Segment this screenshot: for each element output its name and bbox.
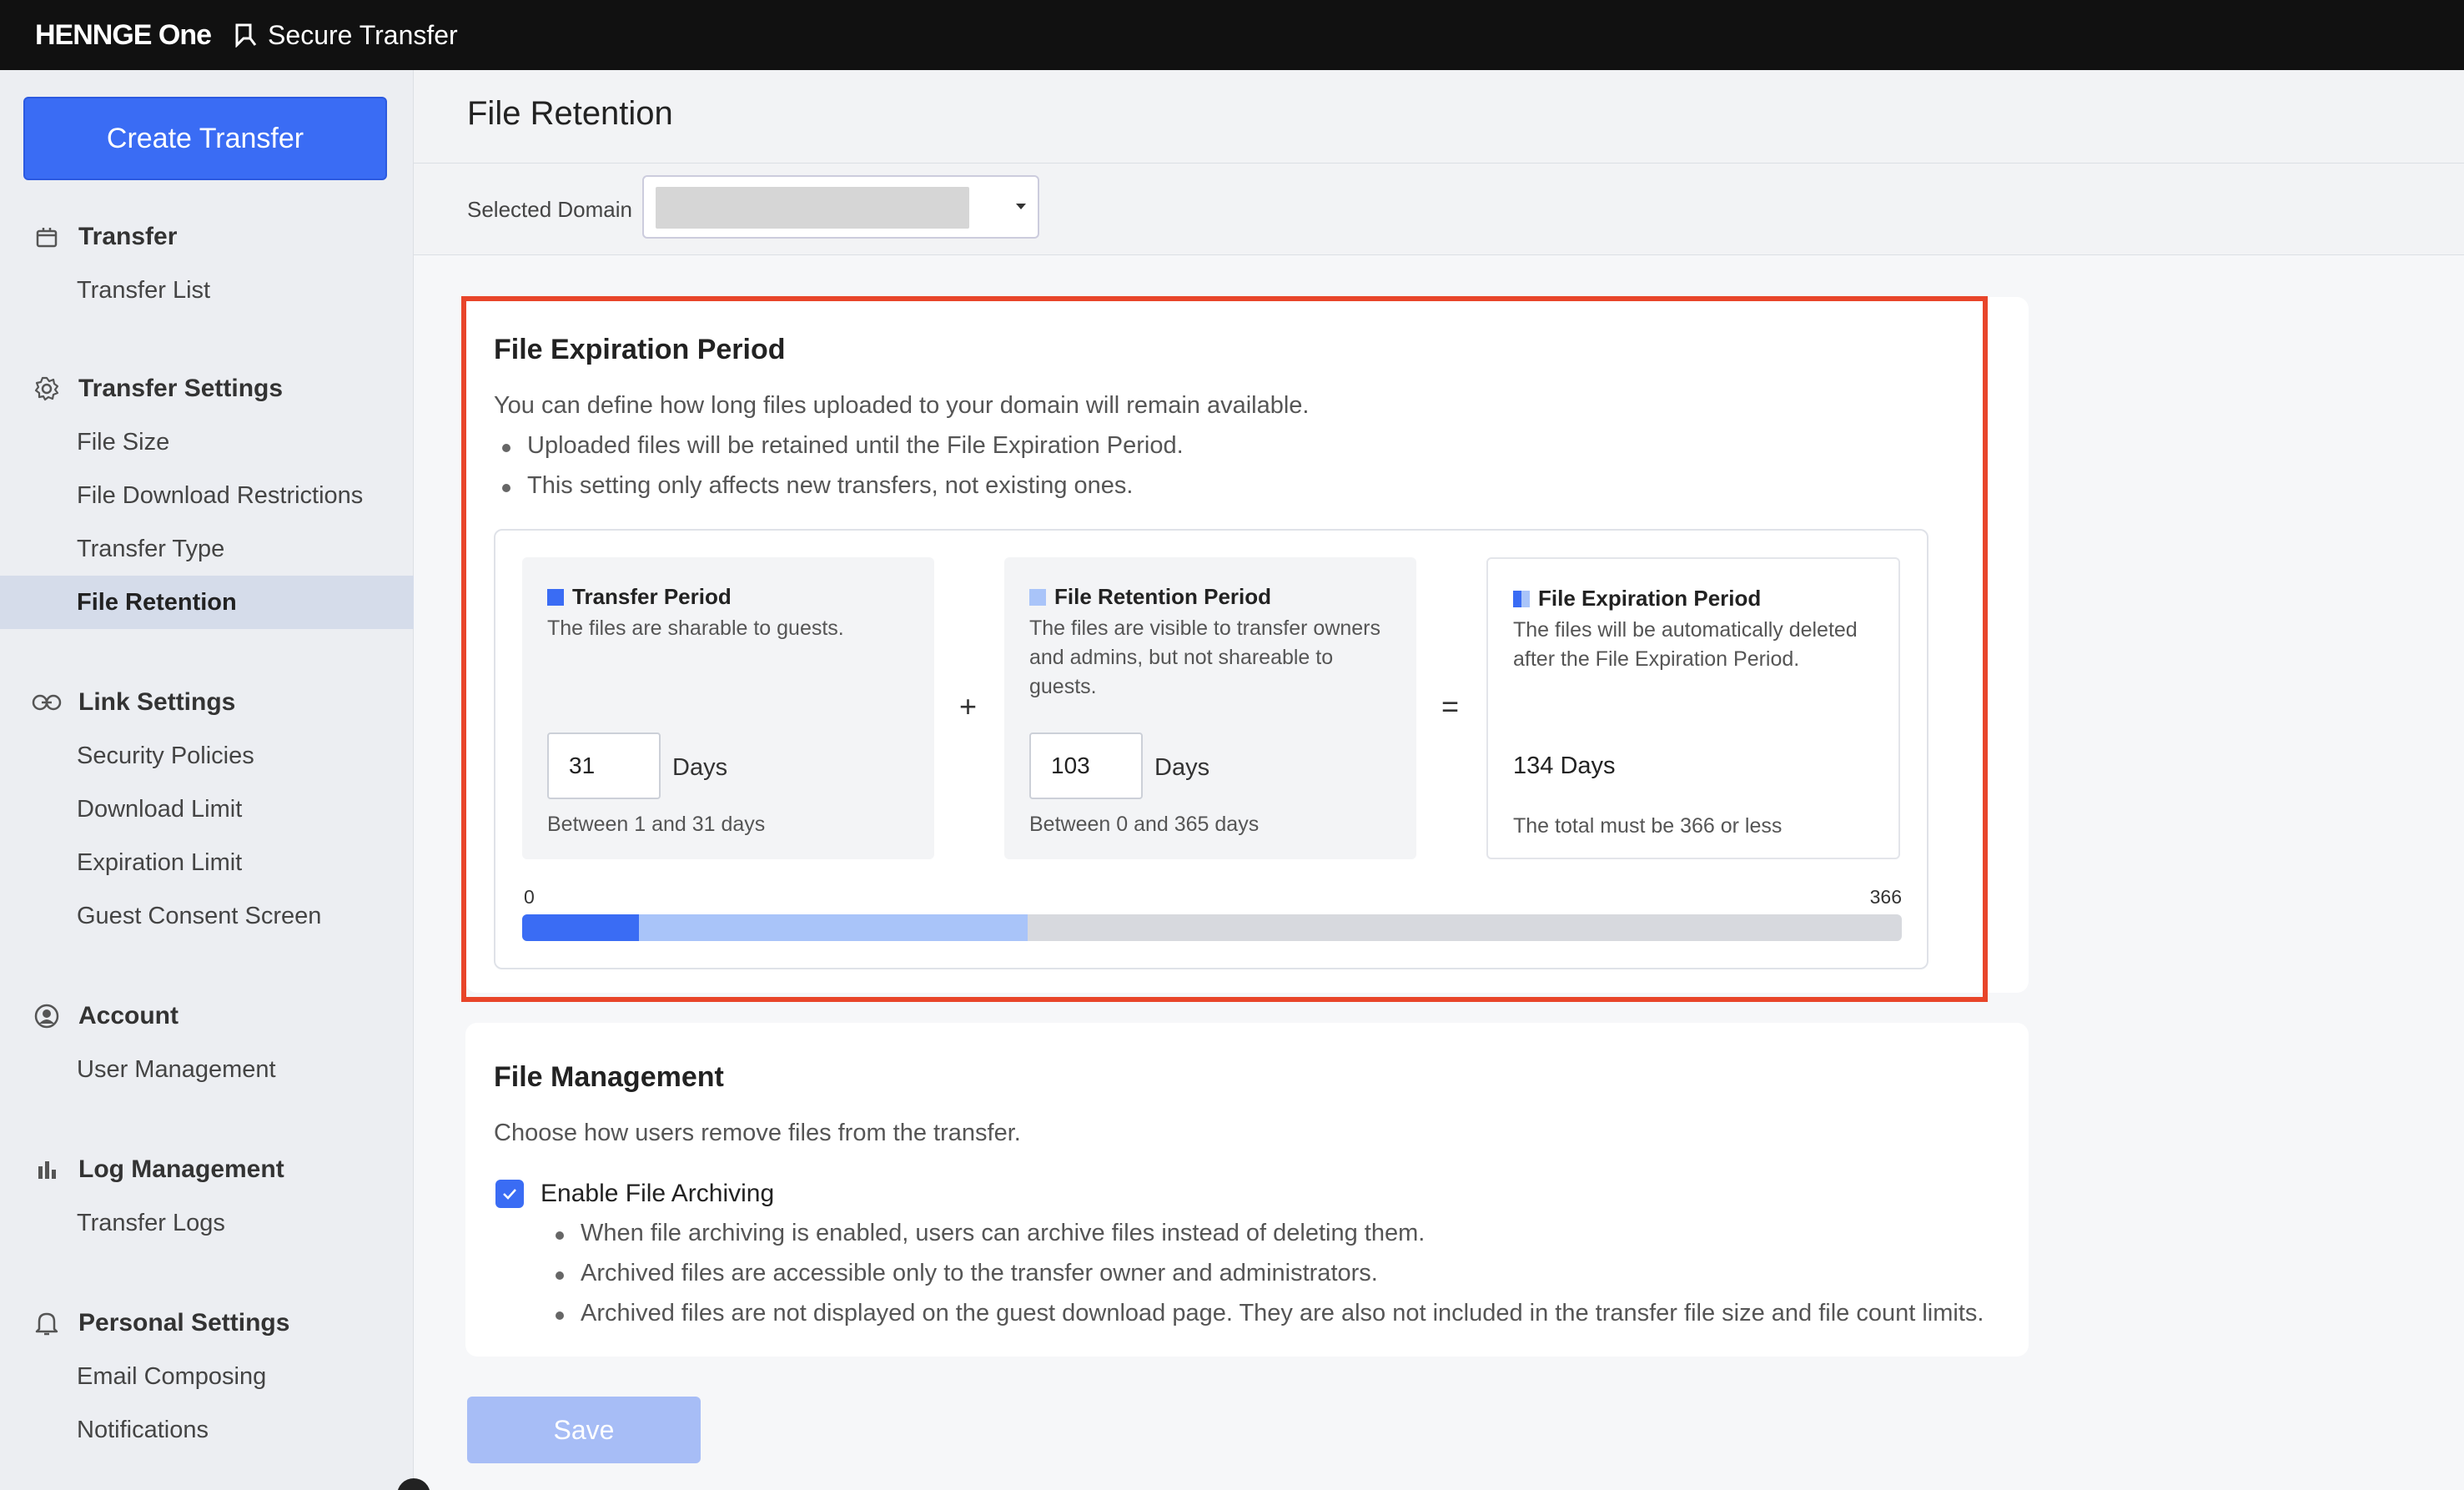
nav-head-account: Account — [0, 989, 414, 1043]
nav-head-link-settings: Link Settings — [0, 676, 414, 729]
link-icon — [30, 686, 63, 719]
secure-transfer-icon — [235, 23, 257, 48]
nav-group-link-settings: Link Settings Security Policies Download… — [0, 676, 414, 943]
nav-head-label: Log Management — [78, 1155, 284, 1183]
bar-chart-icon — [30, 1153, 63, 1186]
top-bar: HENNGE One Secure Transfer — [0, 0, 2464, 70]
selected-domain-label: Selected Domain — [467, 197, 632, 222]
sidebar-item-transfer-list[interactable]: Transfer List — [0, 264, 414, 317]
bell-icon — [30, 1306, 63, 1340]
sidebar-item-transfer-logs[interactable]: Transfer Logs — [0, 1196, 414, 1250]
sidebar-item-expiration-limit[interactable]: Expiration Limit — [0, 836, 414, 889]
page-title: File Retention — [467, 95, 673, 132]
file-management-title: File Management — [494, 1061, 724, 1093]
product-name: Secure Transfer — [268, 19, 458, 50]
sidebar: Create Transfer Transfer Transfer List T… — [0, 70, 414, 1490]
page-header: File Retention — [414, 70, 2464, 164]
nav-group-personal-settings: Personal Settings Email Composing Notifi… — [0, 1296, 414, 1457]
redacted-domain — [656, 187, 969, 229]
create-transfer-button[interactable]: Create Transfer — [23, 97, 387, 180]
sidebar-item-notifications[interactable]: Notifications — [0, 1403, 414, 1457]
nav-group-transfer: Transfer Transfer List — [0, 210, 414, 317]
nav-head-label: Account — [78, 1002, 179, 1029]
nav-head-label: Transfer — [78, 223, 178, 250]
archiving-bullet: When file archiving is enabled, users ca… — [547, 1220, 1425, 1247]
brand-logo[interactable]: HENNGE One — [35, 19, 212, 52]
gear-icon — [30, 372, 63, 405]
nav-head-label: Transfer Settings — [78, 375, 284, 402]
enable-archiving-checkbox[interactable] — [495, 1180, 524, 1208]
box-icon — [30, 220, 63, 254]
nav-head-transfer-settings: Transfer Settings — [0, 362, 414, 415]
sidebar-item-user-management[interactable]: User Management — [0, 1043, 414, 1096]
archiving-bullet: Archived files are accessible only to th… — [547, 1260, 1378, 1287]
file-management-description: Choose how users remove files from the t… — [494, 1120, 1021, 1146]
sidebar-item-guest-consent-screen[interactable]: Guest Consent Screen — [0, 889, 414, 943]
sidebar-item-download-limit[interactable]: Download Limit — [0, 783, 414, 836]
nav-head-label: Personal Settings — [78, 1309, 290, 1336]
domain-select[interactable] — [642, 175, 1039, 239]
caret-down-icon — [1016, 204, 1026, 209]
enable-archiving-label[interactable]: Enable File Archiving — [541, 1180, 774, 1208]
nav-group-transfer-settings: Transfer Settings File Size File Downloa… — [0, 362, 414, 629]
user-circle-icon — [30, 999, 63, 1033]
sidebar-item-file-retention[interactable]: File Retention — [0, 576, 414, 629]
sidebar-item-transfer-type[interactable]: Transfer Type — [0, 522, 414, 576]
highlight-box — [461, 296, 1988, 1002]
sidebar-item-email-composing[interactable]: Email Composing — [0, 1350, 414, 1403]
nav-head-label: Link Settings — [78, 688, 236, 716]
archiving-bullet: Archived files are not displayed on the … — [547, 1300, 1984, 1327]
nav-group-account: Account User Management — [0, 989, 414, 1096]
sidebar-item-file-size[interactable]: File Size — [0, 415, 414, 469]
nav-head-personal-settings: Personal Settings — [0, 1296, 414, 1350]
nav-head-transfer: Transfer — [0, 210, 414, 264]
domain-bar: Selected Domain — [414, 164, 2464, 255]
sidebar-item-file-download-restrictions[interactable]: File Download Restrictions — [0, 469, 414, 522]
save-button[interactable]: Save — [467, 1397, 701, 1463]
nav-head-log-management: Log Management — [0, 1143, 414, 1196]
sidebar-item-security-policies[interactable]: Security Policies — [0, 729, 414, 783]
nav-group-log-management: Log Management Transfer Logs — [0, 1143, 414, 1250]
checkmark-icon — [503, 1189, 516, 1200]
